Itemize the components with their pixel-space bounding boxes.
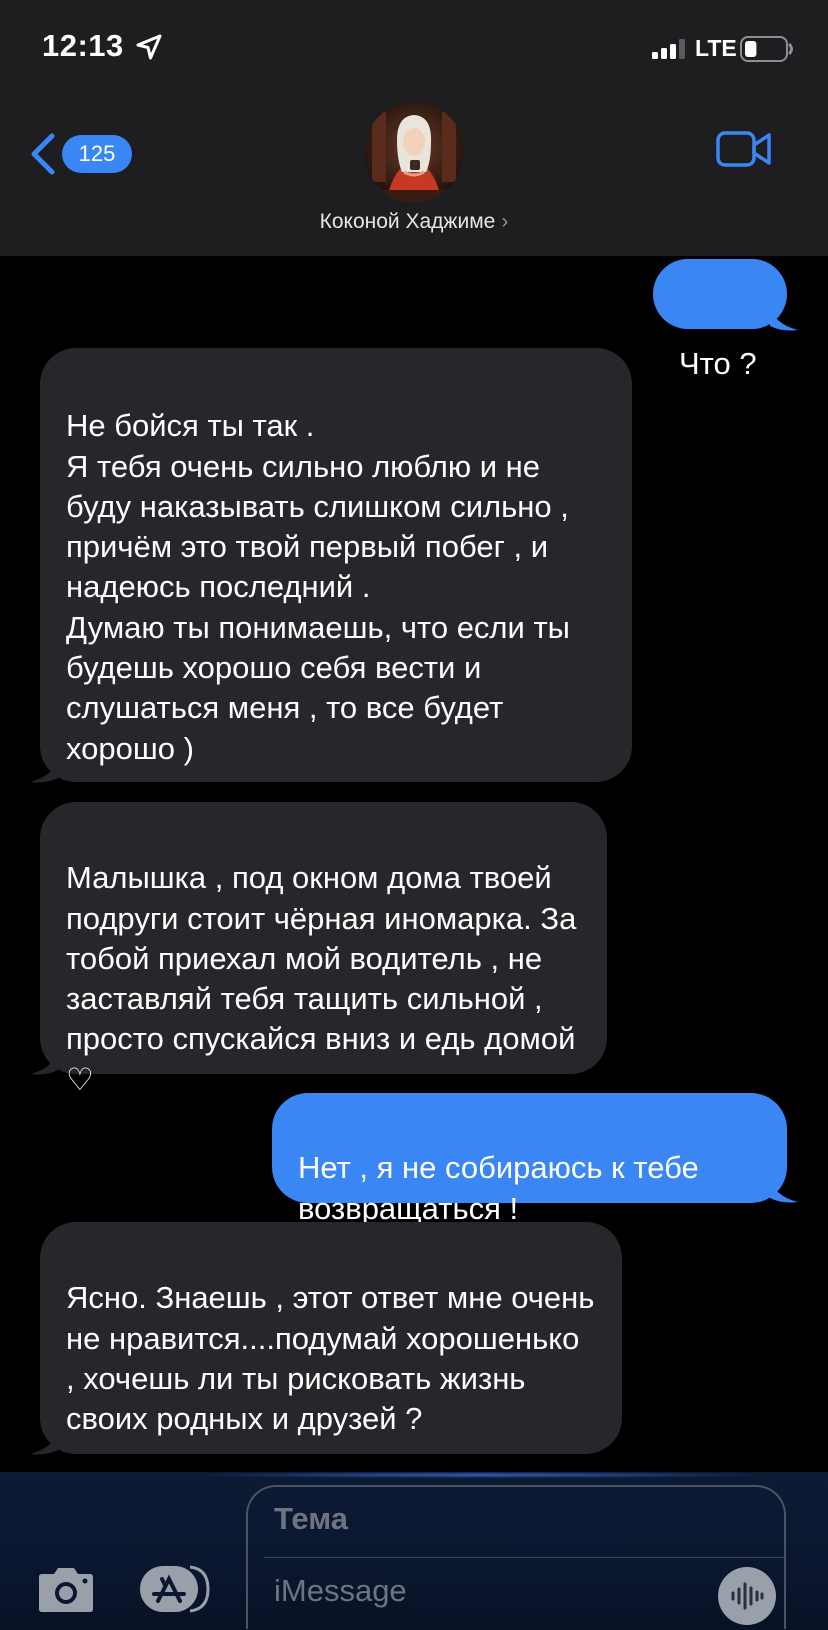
status-time: 12:13 [42, 28, 124, 63]
message-bubble-sent[interactable]: Что ? [653, 259, 787, 381]
unread-count-badge: 125 [62, 135, 132, 173]
battery-icon [740, 36, 793, 62]
video-camera-icon[interactable] [716, 130, 772, 168]
waveform-icon [731, 1582, 764, 1610]
message-bubble-received[interactable]: Малышка , под окном дома твоей подруги с… [40, 802, 607, 1097]
message-input-box[interactable]: Тема iMessage [246, 1485, 786, 1629]
message-bubble-received[interactable]: Не бойся ты так . Я тебя очень сильно лю… [40, 348, 632, 782]
contact-name[interactable]: Коконой Хаджиме › [0, 210, 828, 234]
subject-input[interactable]: Тема [274, 1501, 348, 1537]
contact-avatar[interactable] [364, 102, 464, 202]
bubble-tail [30, 1050, 58, 1075]
input-divider [264, 1557, 784, 1558]
back-button[interactable]: 125 [28, 126, 138, 182]
message-text: Нет , я не собираюсь к тебе возвращаться… [298, 1150, 699, 1226]
cellular-signal-icon [652, 39, 685, 59]
bubble-tail [770, 306, 798, 331]
camera-icon[interactable] [35, 1567, 97, 1613]
contact-name-label: Коконой Хаджиме [319, 210, 496, 233]
message-text: Ясно. Знаешь , этот ответ мне очень не н… [66, 1280, 595, 1437]
app-store-icon[interactable] [138, 1563, 214, 1615]
bubble-tail [770, 1178, 798, 1203]
message-input[interactable]: iMessage [274, 1573, 407, 1609]
chevron-right-icon: › [501, 210, 509, 233]
chevron-left-icon [31, 133, 55, 175]
message-text: Малышка , под окном дома твоей подруги с… [66, 860, 577, 1097]
bubble-tail [30, 1430, 58, 1455]
bubble-tail [30, 758, 58, 783]
message-text: Что ? [679, 346, 757, 381]
message-composer: Тема iMessage [0, 1472, 828, 1630]
location-arrow-icon [136, 34, 162, 60]
message-bubble-received[interactable]: Ясно. Знаешь , этот ответ мне очень не н… [40, 1222, 622, 1454]
network-type: LTE [695, 35, 737, 61]
avatar-image [364, 102, 464, 202]
audio-record-button[interactable] [718, 1567, 776, 1625]
conversation-header: 12:13 LTE 125 Коконой Хаджиме › [0, 0, 828, 256]
message-text: Не бойся ты так . Я тебя очень сильно лю… [66, 408, 570, 766]
message-bubble-sent[interactable]: Нет , я не собираюсь к тебе возвращаться… [272, 1093, 787, 1226]
composer-glow [200, 1472, 760, 1478]
